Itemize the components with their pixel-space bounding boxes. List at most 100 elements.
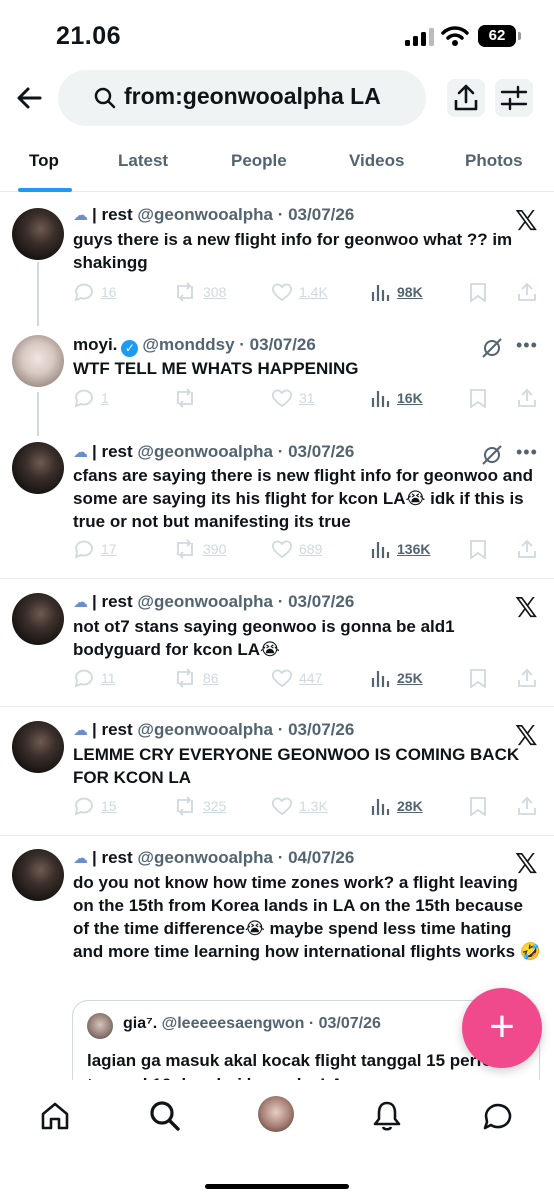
more-options-icon[interactable]: ••• — [516, 442, 538, 463]
quote-date: · 03/07/26 — [308, 1015, 381, 1032]
tab-latest[interactable]: Latest — [118, 151, 168, 171]
tab-top[interactable]: Top — [29, 151, 59, 171]
tweet-date: · 03/07/26 — [277, 205, 355, 224]
heart-icon — [271, 283, 293, 302]
views-button[interactable]: 136K — [371, 539, 430, 559]
views-button[interactable]: 98K — [371, 282, 423, 302]
reply-button[interactable]: 15 — [73, 796, 117, 816]
share-tweet-button[interactable] — [517, 539, 543, 559]
quote-handle: @leeeeesaengwon — [161, 1015, 305, 1032]
nav-profile-avatar[interactable] — [258, 1096, 294, 1132]
like-count: 31 — [299, 390, 315, 406]
nav-search[interactable] — [147, 1098, 183, 1134]
thread-line — [37, 262, 39, 326]
avatar[interactable] — [12, 208, 64, 260]
avatar[interactable] — [12, 849, 64, 901]
battery-icon: 62 — [478, 25, 521, 47]
reply-count: 11 — [101, 670, 116, 686]
tab-videos[interactable]: Videos — [349, 151, 404, 171]
handle[interactable]: @monddsy — [142, 335, 234, 354]
heart-icon — [271, 797, 293, 816]
display-name[interactable]: | rest — [92, 592, 133, 611]
tweet-text: LEMME CRY EVERYONE GEONWOO IS COMING BAC… — [73, 745, 520, 787]
nav-messages[interactable] — [479, 1098, 515, 1134]
repost-button[interactable] — [173, 388, 203, 408]
tab-people[interactable]: People — [231, 151, 287, 171]
compose-button[interactable]: + — [462, 988, 542, 1068]
thread-line — [37, 392, 39, 436]
tweet-text: guys there is a new flight info for geon… — [73, 230, 513, 272]
share-tweet-button[interactable] — [517, 668, 543, 688]
repost-icon — [177, 282, 193, 302]
bookmark-icon — [470, 283, 486, 302]
repost-button[interactable]: 308 — [173, 282, 226, 302]
share-tweet-button[interactable] — [517, 388, 543, 408]
display-name[interactable]: moyi. — [73, 335, 117, 354]
share-icon — [518, 796, 536, 815]
repost-icon — [177, 668, 193, 688]
bottom-nav — [0, 1080, 554, 1199]
handle[interactable]: @geonwooalpha — [137, 205, 273, 224]
like-count: 447 — [299, 670, 323, 686]
more-options-icon[interactable]: ••• — [516, 335, 538, 356]
views-button[interactable]: 28K — [371, 796, 423, 816]
avatar[interactable] — [12, 442, 64, 494]
reply-button[interactable]: 16 — [73, 282, 117, 302]
views-count: 25K — [397, 670, 423, 686]
bookmark-button[interactable] — [469, 388, 493, 408]
tab-photos[interactable]: Photos — [465, 151, 523, 171]
repost-button[interactable]: 390 — [173, 539, 226, 559]
tweet-actions: 11 86 447 25K — [73, 668, 543, 692]
share-button[interactable] — [447, 79, 485, 117]
display-name[interactable]: | rest — [92, 720, 133, 739]
like-button[interactable]: 447 — [271, 668, 322, 688]
reply-icon — [74, 283, 93, 302]
reply-button[interactable]: 17 — [73, 539, 117, 559]
bookmark-button[interactable] — [469, 539, 493, 559]
bookmark-button[interactable] — [469, 282, 493, 302]
grok-icon[interactable] — [481, 444, 503, 466]
reply-button[interactable]: 11 — [73, 668, 116, 688]
display-name[interactable]: | rest — [92, 848, 133, 867]
avatar[interactable] — [12, 593, 64, 645]
sliders-icon — [500, 85, 528, 111]
nav-notifications[interactable] — [369, 1098, 405, 1134]
views-button[interactable]: 25K — [371, 668, 423, 688]
bookmark-button[interactable] — [469, 796, 493, 816]
reply-button[interactable]: 1 — [73, 388, 109, 408]
tweet-header: ☁ | rest @geonwooalpha · 04/07/26 — [73, 847, 354, 870]
tweet-header: ☁ | rest @geonwooalpha · 03/07/26 — [73, 204, 354, 227]
handle[interactable]: @geonwooalpha — [137, 848, 273, 867]
divider — [0, 835, 554, 836]
repost-button[interactable]: 86 — [173, 668, 219, 688]
display-name[interactable]: | rest — [92, 205, 133, 224]
avatar[interactable] — [12, 335, 64, 387]
cloud-rain-icon: ☁ — [73, 594, 88, 611]
nav-home[interactable] — [37, 1098, 73, 1134]
grok-icon[interactable] — [481, 337, 503, 359]
back-arrow-icon[interactable] — [14, 82, 46, 114]
plus-icon: + — [489, 1002, 515, 1051]
avatar[interactable] — [12, 721, 64, 773]
reply-icon — [74, 389, 93, 408]
quote-display-name: gia⁷. — [123, 1015, 158, 1032]
handle[interactable]: @geonwooalpha — [137, 592, 273, 611]
like-button[interactable]: 689 — [271, 539, 322, 559]
heart-icon — [271, 540, 293, 559]
share-tweet-button[interactable] — [517, 282, 543, 302]
filter-button[interactable] — [495, 79, 533, 117]
like-button[interactable]: 1.4K — [271, 282, 328, 302]
views-icon — [371, 391, 390, 407]
repost-button[interactable]: 325 — [173, 796, 226, 816]
like-button[interactable]: 1.3K — [271, 796, 328, 816]
handle[interactable]: @geonwooalpha — [137, 442, 273, 461]
handle[interactable]: @geonwooalpha — [137, 720, 273, 739]
tweet-date: · 04/07/26 — [277, 848, 355, 867]
tweet-actions: 17 390 689 136K — [73, 539, 543, 563]
share-tweet-button[interactable] — [517, 796, 543, 816]
display-name[interactable]: | rest — [92, 442, 133, 461]
bookmark-button[interactable] — [469, 668, 493, 688]
like-button[interactable]: 31 — [271, 388, 315, 408]
search-input[interactable]: from:geonwooalpha LA — [58, 70, 426, 126]
views-button[interactable]: 16K — [371, 388, 423, 408]
